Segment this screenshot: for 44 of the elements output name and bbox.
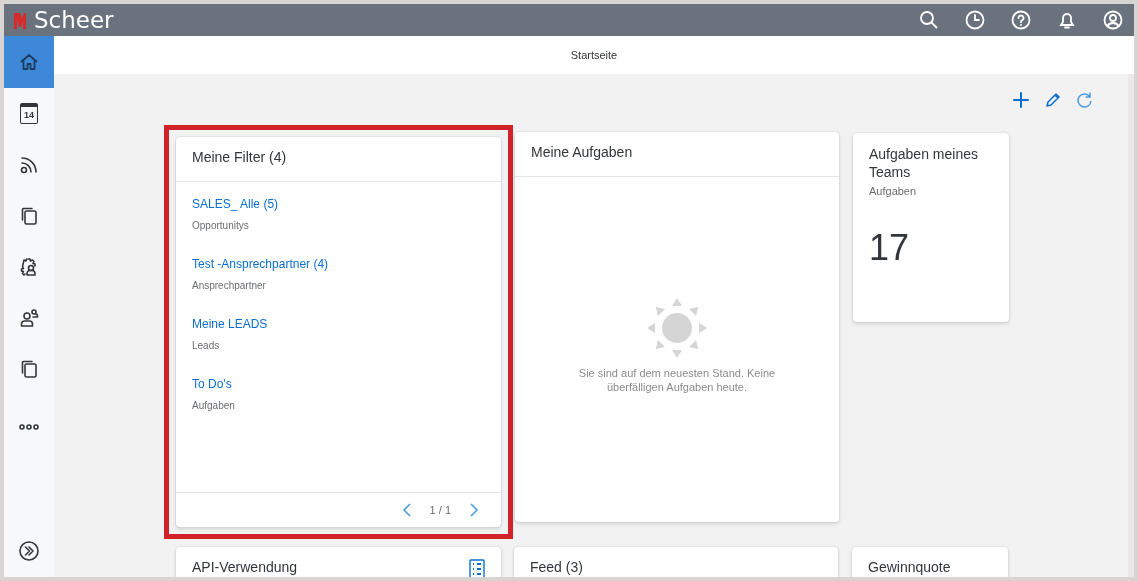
chevron-left-icon: [401, 503, 412, 517]
home-icon: [19, 52, 39, 72]
help-icon[interactable]: [1010, 9, 1032, 31]
card-title: Feed (3): [530, 559, 584, 575]
sidebar-item[interactable]: 14: [4, 88, 54, 139]
brand-name: Scheer: [34, 6, 114, 35]
copy-icon: [19, 205, 39, 226]
refresh-icon: [1076, 90, 1094, 109]
kpi-value: 17: [869, 227, 911, 269]
filter-link[interactable]: SALES_ Alle (5): [192, 197, 279, 211]
card-title: Meine Filter (4): [192, 149, 288, 165]
add-button[interactable]: [1012, 90, 1030, 109]
people-icon: [19, 307, 39, 328]
expand-icon[interactable]: [18, 540, 40, 562]
filter-subtitle: Leads: [192, 340, 221, 351]
filter-link[interactable]: Meine LEADS: [192, 317, 268, 331]
refresh-button[interactable]: [1076, 90, 1094, 109]
filter-link[interactable]: Test -Ansprechpartner (4): [192, 257, 329, 271]
card-title: Aufgaben meines Teams: [869, 145, 979, 181]
filter-subtitle: Aufgaben: [192, 400, 236, 411]
pencil-icon: [1044, 90, 1062, 109]
more-icon: [19, 423, 39, 431]
page-title: Startseite: [54, 36, 1134, 74]
card-subtitle: Aufgaben: [869, 185, 918, 197]
gear-person-icon: [19, 256, 39, 277]
add-icon: [1012, 90, 1030, 109]
rss-icon: [19, 154, 39, 175]
chevron-right-icon: [469, 503, 479, 517]
clock-icon[interactable]: [964, 9, 986, 31]
card-title: Gewinnquote: [868, 559, 952, 575]
filter-subtitle: Opportunitys: [192, 220, 250, 231]
card-title: API-Verwendung: [192, 559, 299, 575]
list-icon[interactable]: [469, 559, 485, 577]
search-icon[interactable]: [918, 9, 940, 31]
next-page-button[interactable]: [467, 501, 481, 519]
copy-icon: [19, 358, 39, 379]
filter-subtitle: Ansprechpartner: [192, 280, 267, 291]
calendar-day: 14: [24, 110, 34, 120]
page-indicator: 1 / 1: [429, 504, 451, 516]
edit-button[interactable]: [1044, 90, 1062, 109]
empty-message: Sie sind auf dem neuesten Stand. Keine überfälligen Aufgaben heute.: [577, 365, 777, 394]
card-title: Meine Aufgaben: [531, 144, 634, 160]
filter-link[interactable]: To Do's: [192, 377, 232, 391]
user-icon[interactable]: [1102, 9, 1124, 31]
